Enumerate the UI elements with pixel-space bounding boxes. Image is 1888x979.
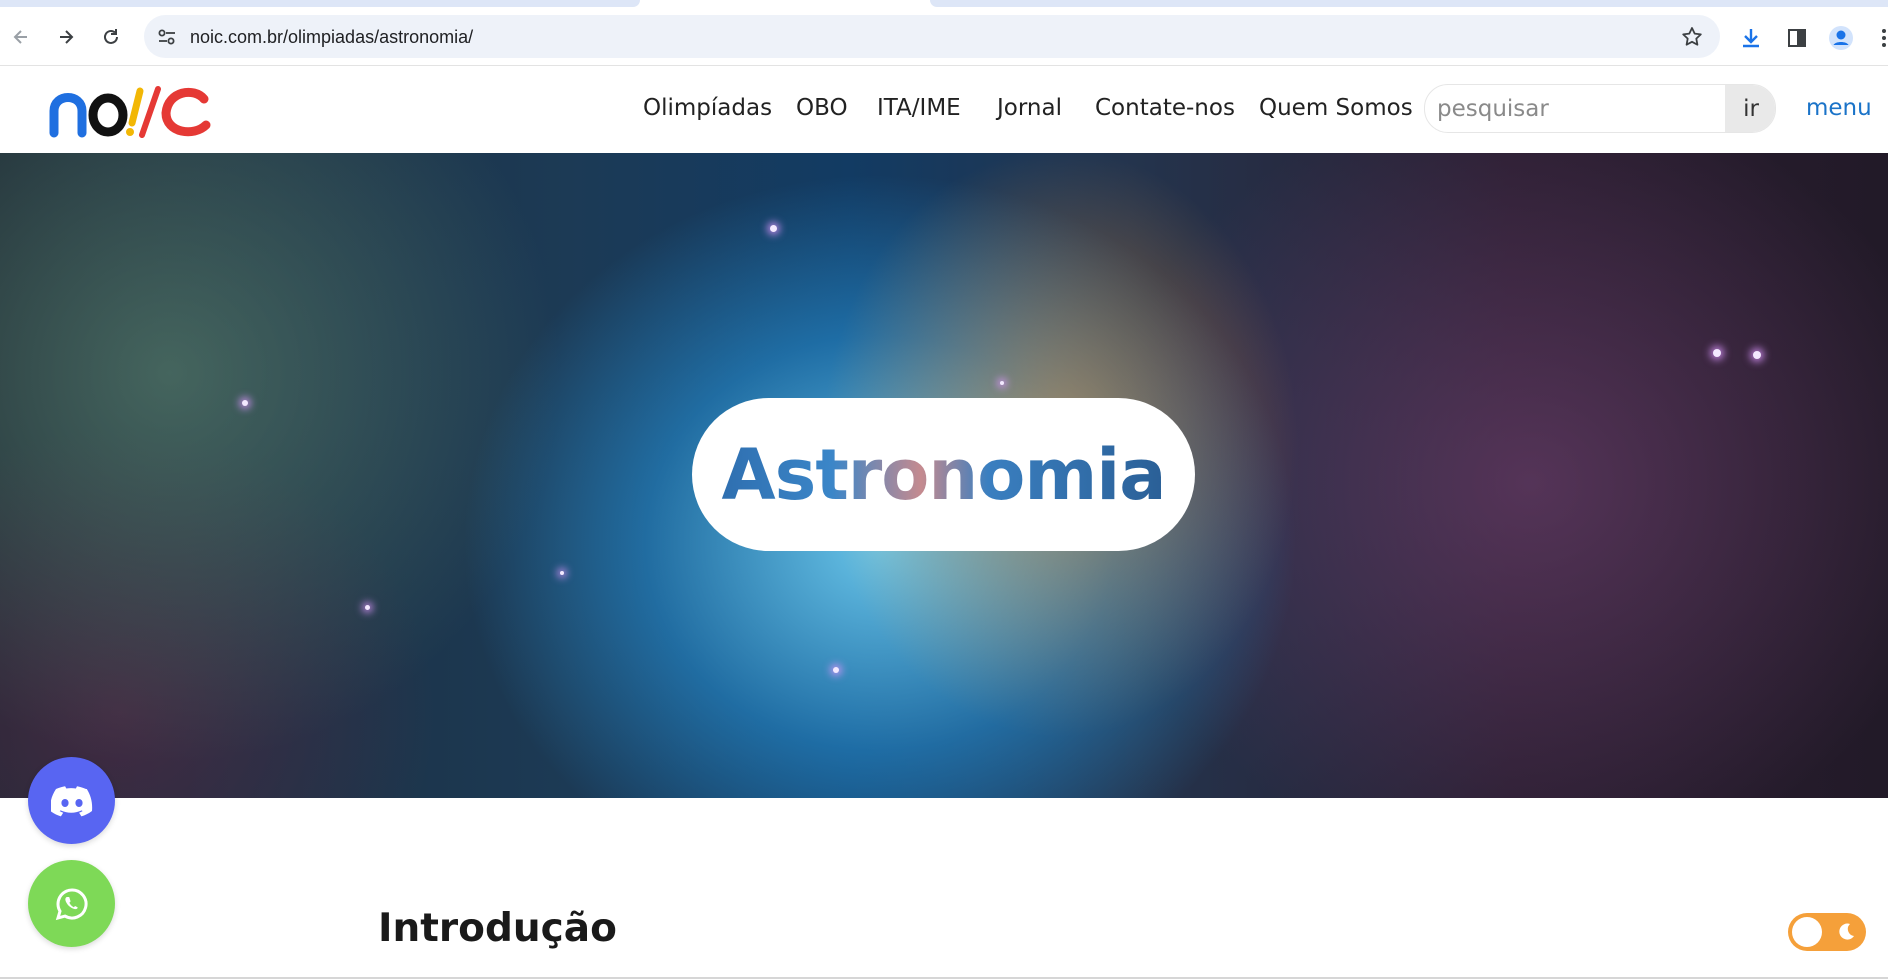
- whatsapp-button[interactable]: [28, 860, 115, 947]
- reload-icon: [104, 29, 118, 44]
- nav-ita-ime[interactable]: ITA/IME: [877, 95, 961, 121]
- discord-icon: [50, 785, 92, 816]
- nav-contate-nos[interactable]: Contate-nos: [1095, 95, 1235, 121]
- toggle-knob: [1792, 917, 1822, 947]
- arrow-left-icon: [13, 30, 27, 44]
- more-button[interactable]: [1870, 24, 1888, 52]
- star-sparkle: [560, 571, 564, 575]
- tab-strip: [0, 0, 1888, 8]
- star-sparkle: [1000, 381, 1004, 385]
- section-title: Introdução: [378, 906, 617, 951]
- search-box: ir: [1424, 84, 1776, 133]
- reload-button[interactable]: [96, 22, 126, 52]
- nav-jornal[interactable]: Jornal: [997, 95, 1062, 121]
- star-sparkle: [833, 667, 839, 673]
- nav-obo[interactable]: OBO: [796, 95, 848, 121]
- search-button[interactable]: ir: [1725, 85, 1775, 132]
- side-panel-button[interactable]: [1783, 24, 1811, 52]
- star-sparkle: [770, 225, 777, 232]
- moon-icon: [1839, 923, 1854, 940]
- star-sparkle: [242, 400, 248, 406]
- url-text[interactable]: noic.com.br/olimpiadas/astronomia/: [190, 27, 473, 48]
- hero-title: Astronomia: [721, 433, 1166, 516]
- more-vertical-icon: [1882, 29, 1886, 47]
- nav-olimpiadas[interactable]: Olimpíadas: [643, 95, 772, 121]
- search-input[interactable]: [1425, 85, 1725, 132]
- site-header: Olimpíadas OBO ITA/IME Jornal Contate-no…: [0, 67, 1888, 153]
- nav-quem-somos[interactable]: Quem Somos: [1259, 95, 1413, 121]
- download-icon: [1743, 29, 1759, 48]
- star-sparkle: [1713, 349, 1721, 357]
- browser-tab[interactable]: [930, 0, 1888, 7]
- whatsapp-icon: [55, 887, 88, 920]
- star-sparkle: [1753, 351, 1761, 359]
- hero-banner: Astronomia: [0, 153, 1888, 798]
- address-bar[interactable]: noic.com.br/olimpiadas/astronomia/: [144, 15, 1720, 58]
- tune-icon[interactable]: [156, 26, 178, 48]
- star-icon[interactable]: [1680, 25, 1704, 49]
- back-button[interactable]: [6, 22, 36, 52]
- side-panel-icon: [1788, 29, 1806, 47]
- discord-button[interactable]: [28, 757, 115, 844]
- browser-tab[interactable]: [0, 0, 640, 7]
- hero-title-badge: Astronomia: [692, 398, 1195, 551]
- noic-logo[interactable]: [48, 81, 212, 139]
- browser-toolbar: noic.com.br/olimpiadas/astronomia/: [0, 8, 1888, 66]
- forward-button[interactable]: [51, 22, 81, 52]
- menu-link[interactable]: menu: [1806, 95, 1872, 121]
- arrow-right-icon: [60, 30, 74, 44]
- profile-button[interactable]: [1827, 24, 1855, 52]
- star-sparkle: [365, 605, 370, 610]
- profile-icon: [1829, 26, 1853, 50]
- download-button[interactable]: [1737, 24, 1765, 52]
- theme-toggle[interactable]: [1788, 913, 1866, 951]
